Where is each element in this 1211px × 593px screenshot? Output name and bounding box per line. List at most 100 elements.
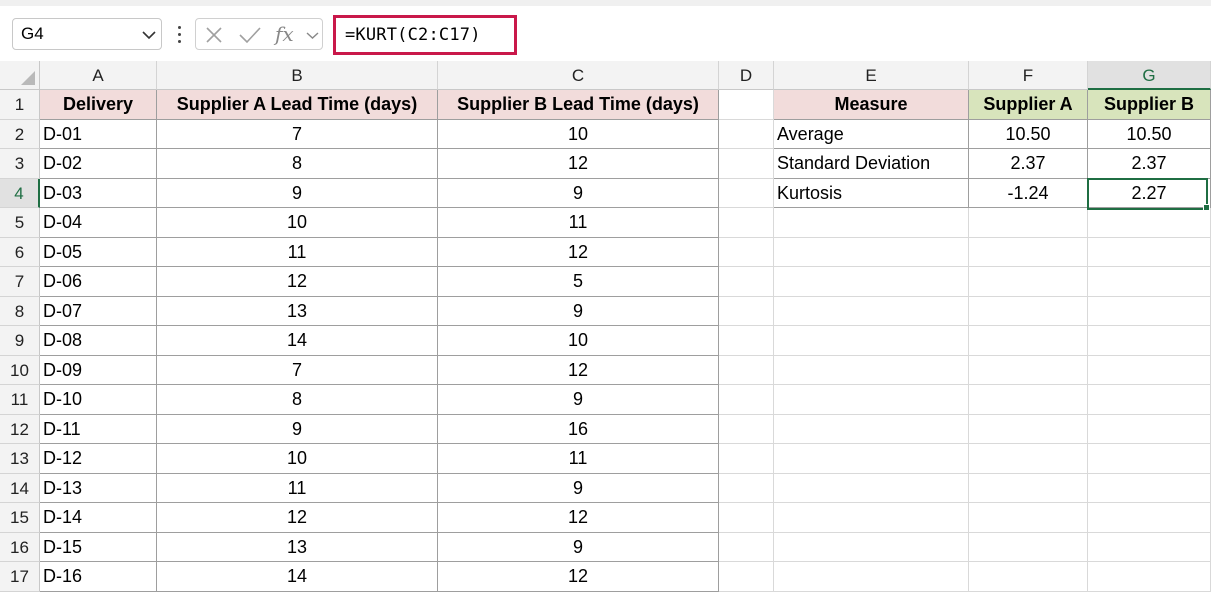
summary-cell[interactable]: Standard Deviation	[774, 149, 969, 179]
insert-function-button[interactable]: fx	[275, 22, 294, 46]
table-cell[interactable]: 9	[438, 296, 719, 326]
column-header-d[interactable]: D	[719, 61, 774, 90]
column-header-a[interactable]: A	[40, 61, 157, 90]
table-cell[interactable]: 10	[438, 119, 719, 149]
column-header-b[interactable]: B	[157, 61, 438, 90]
summary-header-cell[interactable]: Supplier A	[969, 90, 1088, 120]
table-cell[interactable]: 10	[157, 208, 438, 238]
table-cell[interactable]: 12	[438, 503, 719, 533]
summary-cell[interactable]: Kurtosis	[774, 178, 969, 208]
empty-cell[interactable]	[719, 385, 774, 415]
row-header-17[interactable]: 17	[0, 562, 40, 592]
empty-cell[interactable]	[1088, 237, 1211, 267]
table-cell[interactable]: 12	[157, 267, 438, 297]
empty-cell[interactable]	[719, 208, 774, 238]
more-options-icon[interactable]	[174, 22, 184, 46]
empty-cell[interactable]	[1088, 444, 1211, 474]
table-cell[interactable]: D-15	[40, 532, 157, 562]
summary-header-cell[interactable]: Supplier B	[1088, 90, 1211, 120]
empty-cell[interactable]	[1088, 355, 1211, 385]
empty-cell[interactable]	[774, 532, 969, 562]
table-cell[interactable]: 9	[157, 414, 438, 444]
check-icon[interactable]	[238, 25, 262, 45]
empty-cell[interactable]	[969, 532, 1088, 562]
table-cell[interactable]: D-13	[40, 473, 157, 503]
row-header-12[interactable]: 12	[0, 414, 40, 444]
chevron-down-icon[interactable]	[142, 30, 156, 40]
table-cell[interactable]: D-07	[40, 296, 157, 326]
table-cell[interactable]: 12	[438, 237, 719, 267]
summary-cell[interactable]: 10.50	[969, 119, 1088, 149]
summary-cell[interactable]: 2.37	[969, 149, 1088, 179]
empty-cell[interactable]	[719, 237, 774, 267]
table-cell[interactable]: 12	[438, 355, 719, 385]
table-cell[interactable]: 12	[438, 562, 719, 592]
formula-input[interactable]: =KURT(C2:C17)	[333, 15, 517, 55]
empty-cell[interactable]	[719, 149, 774, 179]
empty-cell[interactable]	[969, 208, 1088, 238]
table-cell[interactable]: 8	[157, 149, 438, 179]
empty-cell[interactable]	[774, 296, 969, 326]
empty-cell[interactable]	[774, 444, 969, 474]
table-cell[interactable]: 9	[438, 178, 719, 208]
table-cell[interactable]: D-04	[40, 208, 157, 238]
empty-cell[interactable]	[969, 355, 1088, 385]
empty-cell[interactable]	[1088, 385, 1211, 415]
table-cell[interactable]: 11	[438, 208, 719, 238]
table-cell[interactable]: D-12	[40, 444, 157, 474]
table-cell[interactable]: 8	[157, 385, 438, 415]
selected-cell[interactable]: 2.27	[1088, 178, 1211, 208]
empty-cell[interactable]	[969, 296, 1088, 326]
table-cell[interactable]: 14	[157, 562, 438, 592]
empty-cell[interactable]	[774, 385, 969, 415]
x-icon[interactable]	[204, 25, 224, 45]
table-cell[interactable]: 11	[157, 237, 438, 267]
empty-cell[interactable]	[719, 414, 774, 444]
row-header-1[interactable]: 1	[0, 90, 40, 120]
column-header-c[interactable]: C	[438, 61, 719, 90]
empty-cell[interactable]	[774, 414, 969, 444]
column-header-f[interactable]: F	[969, 61, 1088, 90]
table-cell[interactable]: 14	[157, 326, 438, 356]
empty-cell[interactable]	[969, 385, 1088, 415]
table-cell[interactable]: 9	[157, 178, 438, 208]
table-cell[interactable]: D-01	[40, 119, 157, 149]
empty-cell[interactable]	[719, 178, 774, 208]
empty-cell[interactable]	[719, 532, 774, 562]
table-cell[interactable]: 12	[157, 503, 438, 533]
empty-cell[interactable]	[719, 444, 774, 474]
table-cell[interactable]: D-10	[40, 385, 157, 415]
table-cell[interactable]: 13	[157, 296, 438, 326]
empty-cell[interactable]	[719, 503, 774, 533]
empty-cell[interactable]	[719, 355, 774, 385]
table-cell[interactable]: D-02	[40, 149, 157, 179]
table-header-cell[interactable]: Supplier A Lead Time (days)	[157, 90, 438, 120]
table-cell[interactable]: 10	[438, 326, 719, 356]
table-cell[interactable]: D-08	[40, 326, 157, 356]
empty-cell[interactable]	[1088, 503, 1211, 533]
table-cell[interactable]: D-09	[40, 355, 157, 385]
row-header-6[interactable]: 6	[0, 237, 40, 267]
empty-cell[interactable]	[1088, 562, 1211, 592]
summary-cell[interactable]: Average	[774, 119, 969, 149]
table-cell[interactable]: D-05	[40, 237, 157, 267]
table-cell[interactable]: 7	[157, 119, 438, 149]
name-box[interactable]: G4	[12, 18, 162, 50]
summary-cell[interactable]: -1.24	[969, 178, 1088, 208]
empty-cell[interactable]	[1088, 414, 1211, 444]
table-cell[interactable]: 9	[438, 385, 719, 415]
table-header-cell[interactable]: Supplier B Lead Time (days)	[438, 90, 719, 120]
table-cell[interactable]: 10	[157, 444, 438, 474]
empty-cell[interactable]	[719, 473, 774, 503]
table-cell[interactable]: 12	[438, 149, 719, 179]
table-cell[interactable]: 16	[438, 414, 719, 444]
table-cell[interactable]: D-03	[40, 178, 157, 208]
empty-cell[interactable]	[719, 267, 774, 297]
empty-cell[interactable]	[719, 326, 774, 356]
summary-header-cell[interactable]: Measure	[774, 90, 969, 120]
table-header-cell[interactable]: Delivery	[40, 90, 157, 120]
empty-cell[interactable]	[1088, 208, 1211, 238]
row-header-13[interactable]: 13	[0, 444, 40, 474]
table-cell[interactable]: 7	[157, 355, 438, 385]
row-header-14[interactable]: 14	[0, 473, 40, 503]
